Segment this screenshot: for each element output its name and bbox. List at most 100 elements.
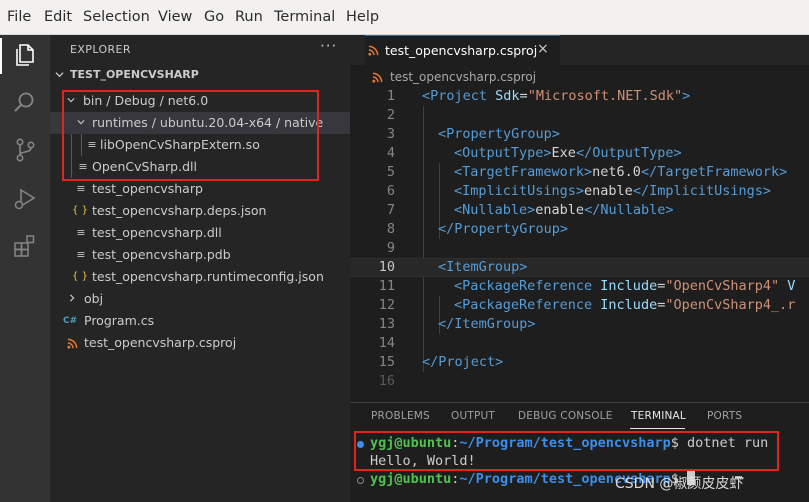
csharp-file-icon: C# [63,316,78,326]
line-number: 14 [378,335,395,351]
active-indicator [0,38,2,74]
code-line: 3 <PropertyGroup> [350,125,809,144]
explorer-title: EXPLORER [70,43,131,56]
command-status-dot [357,477,364,484]
line-content: </ItemGroup> [438,316,536,332]
tab-problems[interactable]: PROBLEMS [371,410,430,422]
tree-file-pdb[interactable]: ≡ test_opencvsharp.pdb [50,244,350,266]
code-line: 2 [350,106,809,125]
code-line: 11 <PackageReference Include="OpenCvShar… [350,277,809,296]
tree-label: Program.cs [84,313,155,328]
code-line: 4 <OutputType>Exe</OutputType> [350,144,809,163]
extensions-icon[interactable] [11,232,39,260]
tree-label: test_opencvsharp.csproj [84,335,237,350]
chevron-down-icon [55,72,64,78]
code-line: 13 </ItemGroup> [350,315,809,334]
line-number: 6 [386,183,395,199]
line-content: <Project Sdk="Microsoft.NET.Sdk"> [422,88,691,104]
code-line: 5 <TargetFramework>net6.0</TargetFramewo… [350,163,809,182]
line-content: <TargetFramework>net6.0</TargetFramework… [454,164,788,180]
tab-output[interactable]: OUTPUT [451,410,495,422]
tree-label: test_opencvsharp.pdb [92,247,231,262]
line-number: 5 [386,164,395,180]
menu-terminal[interactable]: Terminal [274,9,335,25]
line-content: <PropertyGroup> [438,126,560,142]
tree-folder-obj[interactable]: obj [50,288,350,310]
tab-terminal[interactable]: TERMINAL [631,410,686,422]
line-content: <OutputType>Exe</OutputType> [454,145,682,161]
source-control-icon[interactable] [11,136,39,164]
menu-view[interactable]: View [158,9,192,25]
tab-debug-console[interactable]: DEBUG CONSOLE [518,410,613,422]
highlight-box [62,90,319,181]
line-number: 2 [386,107,395,123]
line-number: 8 [386,221,395,237]
text-file-icon: ≡ [76,248,86,261]
tree-file-program-cs[interactable]: C# Program.cs [50,310,350,332]
rss-file-icon [372,72,383,83]
line-number: 9 [386,240,395,256]
line-number: 1 [386,88,395,104]
tree-label: obj [84,291,104,306]
line-number: 4 [386,145,395,161]
more-actions-icon[interactable]: ··· [320,37,337,55]
run-debug-icon[interactable] [11,185,39,213]
tree-file-csproj[interactable]: test_opencvsharp.csproj [50,332,350,354]
chevron-right-icon [70,294,75,302]
code-line: 7 <Nullable>enable</Nullable> [350,201,809,220]
tab-ports[interactable]: PORTS [707,410,742,422]
explorer-icon[interactable] [11,41,39,69]
line-content: </PropertyGroup> [438,221,569,237]
watermark: CSDN @椒颜皮皮虾໊ [615,476,744,492]
menu-go[interactable]: Go [204,9,224,25]
menu-edit[interactable]: Edit [44,9,72,25]
workspace-folder-name: TEST_OPENCVSHARP [70,68,199,81]
search-icon[interactable] [11,89,39,117]
code-line: 9 [350,239,809,258]
tree-file-deps-json[interactable]: { } test_opencvsharp.deps.json [50,200,350,222]
tab-csproj[interactable]: test_opencvsharp.csproj × [365,35,560,65]
rss-file-icon [368,45,379,56]
line-number: 11 [378,278,395,294]
tree-file-exe[interactable]: ≡ test_opencvsharp [50,178,350,200]
menu-selection[interactable]: Selection [83,9,150,25]
tree-label: test_opencvsharp.runtimeconfig.json [92,269,324,284]
active-tab-indicator [630,428,685,429]
rss-file-icon [67,338,78,349]
line-number: 13 [378,316,395,332]
tree-label: test_opencvsharp.deps.json [92,203,267,218]
text-file-icon: ≡ [76,182,86,195]
line-content: <PackageReference Include="OpenCvSharp4_… [454,297,796,313]
code-line: 6 <ImplicitUsings>enable</ImplicitUsings… [350,182,809,201]
code-line: 14 [350,334,809,353]
menu-help[interactable]: Help [346,9,379,25]
tree-label: test_opencvsharp [92,181,203,196]
line-number: 7 [386,202,395,218]
editor-area: test_opencvsharp.csproj × test_opencvsha… [350,35,809,402]
line-content: <ImplicitUsings>enable</ImplicitUsings> [454,183,771,199]
tree-file-dll[interactable]: ≡ test_opencvsharp.dll [50,222,350,244]
line-content: <ItemGroup> [438,259,528,275]
code-line-current: 10 <ItemGroup> [350,258,809,277]
json-file-icon: { } [72,271,88,282]
breadcrumb[interactable]: test_opencvsharp.csproj [390,70,536,84]
menu-file[interactable]: File [7,9,31,25]
code-line: 1 <Project Sdk="Microsoft.NET.Sdk"> [350,87,809,106]
text-file-icon: ≡ [76,226,86,239]
tree-label: test_opencvsharp.dll [92,225,222,240]
line-number: 15 [378,354,395,370]
code-line: 16 [350,372,809,391]
menu-bar: File Edit Selection View Go Run Terminal… [0,0,809,35]
line-number: 16 [378,373,395,389]
json-file-icon: { } [72,205,88,216]
line-number: 10 [378,259,395,275]
activity-bar [0,35,50,502]
code-line: 12 <PackageReference Include="OpenCvShar… [350,296,809,315]
menu-run[interactable]: Run [235,9,263,25]
tab-label: test_opencvsharp.csproj [385,43,538,58]
close-icon[interactable]: × [537,41,549,57]
tree-file-runtimeconfig[interactable]: { } test_opencvsharp.runtimeconfig.json [50,266,350,288]
highlight-box [354,431,779,471]
line-number: 3 [386,126,395,142]
code-line: 15 </Project> [350,353,809,372]
